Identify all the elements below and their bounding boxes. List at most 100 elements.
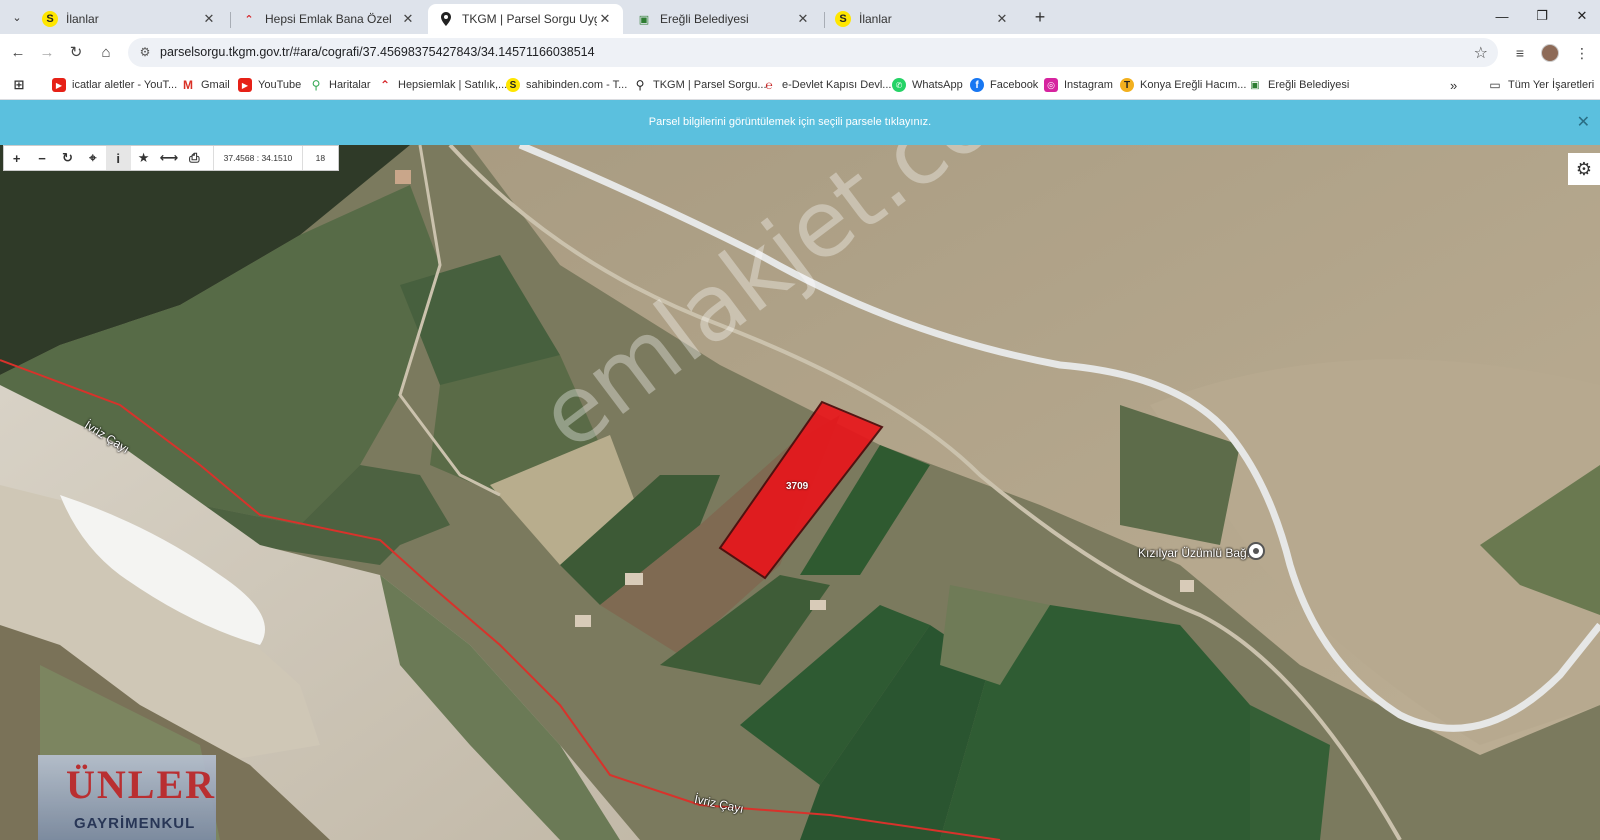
tab-tkgm[interactable]: TKGM | Parsel Sorgu Uygulama ✕ xyxy=(428,4,623,34)
bookmark-haritalar[interactable]: ⚲ Haritalar xyxy=(309,76,371,94)
tab-title: Hepsi Emlak Bana Özel xyxy=(265,12,392,26)
map-toolbar: + − ↻ ⌖ i ★ ⟷ ⎙ 37.4568 : 34.1510 18 xyxy=(3,145,339,171)
bookmark-label: Facebook xyxy=(990,79,1039,91)
back-icon[interactable]: ← xyxy=(5,40,31,64)
home-icon[interactable]: ⌂ xyxy=(93,40,119,64)
all-bookmarks-label: Tüm Yer İşaretleri xyxy=(1508,79,1595,91)
zoom-in-icon[interactable]: + xyxy=(4,146,29,170)
bookmark-eregli[interactable]: ▣ Ereğli Belediyesi xyxy=(1248,76,1349,94)
bookmark-label: sahibinden.com - T... xyxy=(526,79,628,91)
company-logo: ÜNLER GAYRİMENKUL xyxy=(38,755,216,840)
maps-icon: ⚲ xyxy=(311,78,321,92)
logo-sub-text: GAYRİMENKUL xyxy=(74,815,196,832)
favorite-star-icon[interactable]: ★ xyxy=(131,146,156,170)
youtube-icon: ▶ xyxy=(52,78,66,92)
new-tab-button[interactable]: + xyxy=(1028,6,1052,28)
tab-title: TKGM | Parsel Sorgu Uygulama xyxy=(462,12,597,26)
bookmark-label: WhatsApp xyxy=(912,79,963,91)
whatsapp-icon: ✆ xyxy=(892,78,906,92)
bookmark-youtube[interactable]: ▶ YouTube xyxy=(238,76,301,94)
bookmark-label: Ereğli Belediyesi xyxy=(1268,79,1350,91)
bookmarks-bar: ⊞ ▶ icatlar aletler - YouT... M Gmail ▶ … xyxy=(0,70,1600,100)
zoom-out-icon[interactable]: − xyxy=(29,146,54,170)
place-label[interactable]: Kızılyar Üzümlü Bağı xyxy=(1138,546,1250,560)
close-icon[interactable]: ✕ xyxy=(400,11,416,27)
reload-icon[interactable]: ↻ xyxy=(63,40,89,64)
bookmark-sahibinden[interactable]: S sahibinden.com - T... xyxy=(506,76,627,94)
measure-icon[interactable]: ⟷ xyxy=(156,146,181,170)
logo-main-text: ÜNLER xyxy=(66,762,217,807)
tab-ilanlar-1[interactable]: S İlanlar ✕ xyxy=(32,4,227,34)
bookmark-hepsiemlak[interactable]: ⌃ Hepsiemlak | Satılık,... xyxy=(378,76,507,94)
bookmark-icatlar[interactable]: ▶ icatlar aletler - YouT... xyxy=(52,76,177,94)
edevlet-icon: ℮ xyxy=(765,78,773,92)
site-icon: T xyxy=(1120,78,1134,92)
media-controls-icon[interactable]: ≡ xyxy=(1509,42,1531,64)
close-icon[interactable]: ✕ xyxy=(201,11,217,27)
hepsiemlak-icon: ⌃ xyxy=(379,78,391,92)
satellite-map[interactable]: emlakjet.com 3709 İvriz Çayı İvriz Çayı … xyxy=(0,145,1600,840)
window-close-icon[interactable]: ✕ xyxy=(1560,0,1600,32)
location-pin-icon: ⚲ xyxy=(635,78,645,92)
tab-ilanlar-2[interactable]: S İlanlar ✕ xyxy=(825,4,1020,34)
bookmark-konya[interactable]: T Konya Ereğli Hacım... xyxy=(1120,76,1246,94)
info-icon[interactable]: i xyxy=(105,146,131,170)
menu-icon[interactable]: ⋮ xyxy=(1571,42,1593,64)
coordinate-display: 37.4568 : 34.1510 xyxy=(213,146,303,170)
locate-icon[interactable]: ⌖ xyxy=(80,146,105,170)
zoom-level: 18 xyxy=(315,153,326,163)
tab-hepsiemlak[interactable]: ⌃ Hepsi Emlak Bana Özel ✕ xyxy=(231,4,426,34)
notice-text: Parsel bilgilerini görüntülemek için seç… xyxy=(648,116,932,128)
minimize-icon[interactable]: — xyxy=(1480,0,1524,32)
bookmark-edevlet[interactable]: ℮ e-Devlet Kapısı Devl... xyxy=(762,76,891,94)
forward-icon[interactable]: → xyxy=(34,40,60,64)
browser-toolbar: ← → ↻ ⌂ ⚙ parselsorgu.tkgm.gov.tr/#ara/c… xyxy=(0,34,1600,70)
instagram-icon: ◎ xyxy=(1044,78,1058,92)
close-icon[interactable]: ✕ xyxy=(795,11,811,27)
profile-avatar[interactable] xyxy=(1541,44,1559,62)
tab-search-button[interactable]: ⌄ xyxy=(6,7,28,27)
info-notice: Parsel bilgilerini görüntülemek için seç… xyxy=(0,100,1600,145)
municipality-icon: ▣ xyxy=(1250,79,1260,91)
bookmark-tkgm[interactable]: ⚲ TKGM | Parsel Sorgu... xyxy=(633,76,767,94)
close-icon[interactable]: ✕ xyxy=(994,11,1010,27)
restore-icon[interactable]: ❐ xyxy=(1520,0,1564,32)
print-icon[interactable]: ⎙ xyxy=(182,146,207,170)
all-bookmarks[interactable]: ▭ Tüm Yer İşaretleri xyxy=(1488,76,1594,94)
bookmark-star-icon[interactable]: ☆ xyxy=(1474,43,1488,63)
bookmark-label: e-Devlet Kapısı Devl... xyxy=(782,79,892,91)
hepsiemlak-icon: ⌃ xyxy=(244,13,254,26)
bookmark-label: YouTube xyxy=(258,79,302,91)
bookmark-label: Haritalar xyxy=(329,79,371,91)
tab-title: İlanlar xyxy=(66,12,99,26)
tab-strip: ⌄ S İlanlar ✕ ⌃ Hepsi Emlak Bana Özel ✕ … xyxy=(0,0,1600,34)
tab-eregli[interactable]: ▣ Ereğli Belediyesi ✕ xyxy=(626,4,821,34)
bookmark-label: Instagram xyxy=(1064,79,1113,91)
folder-icon: ▭ xyxy=(1489,78,1501,92)
location-pin-icon xyxy=(438,11,454,27)
parcel-number-label[interactable]: 3709 xyxy=(786,481,808,492)
url-text[interactable]: parselsorgu.tkgm.gov.tr/#ara/cografi/37.… xyxy=(160,45,595,59)
bookmark-label: icatlar aletler - YouT... xyxy=(72,79,178,91)
refresh-icon[interactable]: ↻ xyxy=(55,146,80,170)
tab-title: İlanlar xyxy=(859,12,892,26)
municipality-icon: ▣ xyxy=(638,13,650,26)
close-icon[interactable]: ✕ xyxy=(597,11,613,27)
more-bookmarks-icon[interactable]: » xyxy=(1450,76,1457,94)
apps-icon[interactable]: ⊞ xyxy=(12,76,32,94)
bookmark-facebook[interactable]: f Facebook xyxy=(970,76,1038,94)
address-bar[interactable]: ⚙ parselsorgu.tkgm.gov.tr/#ara/cografi/3… xyxy=(128,38,1498,67)
bookmark-instagram[interactable]: ◎ Instagram xyxy=(1044,76,1113,94)
facebook-icon: f xyxy=(970,78,984,92)
close-icon[interactable]: ✕ xyxy=(1577,112,1590,132)
sahibinden-icon: S xyxy=(835,11,851,27)
gmail-icon: M xyxy=(183,78,193,92)
bookmark-gmail[interactable]: M Gmail xyxy=(181,76,230,94)
youtube-icon: ▶ xyxy=(238,78,252,92)
sahibinden-icon: S xyxy=(42,11,58,27)
bookmark-label: Hepsiemlak | Satılık,... xyxy=(398,79,508,91)
place-marker-icon[interactable] xyxy=(1247,542,1265,560)
gear-icon[interactable]: ⚙ xyxy=(1568,153,1600,185)
bookmark-whatsapp[interactable]: ✆ WhatsApp xyxy=(892,76,963,94)
site-settings-icon[interactable]: ⚙ xyxy=(138,45,152,59)
